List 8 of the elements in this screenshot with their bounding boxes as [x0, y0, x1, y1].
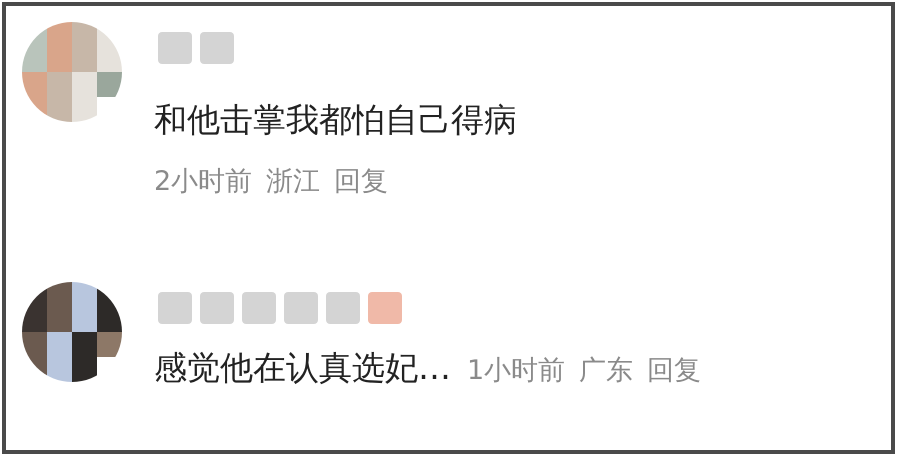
- region-text: 广东: [579, 355, 634, 386]
- comment-text: 感觉他在认真选妃…: [154, 348, 451, 388]
- time-text: 2小时前: [154, 166, 252, 197]
- reply-link[interactable]: 回复: [647, 355, 702, 386]
- comment-text: 和他击掌我都怕自己得病: [154, 100, 517, 140]
- time-text: 1小时前: [467, 355, 566, 386]
- region-text: 浙江: [266, 166, 320, 197]
- reply-link[interactable]: 回复: [334, 166, 388, 197]
